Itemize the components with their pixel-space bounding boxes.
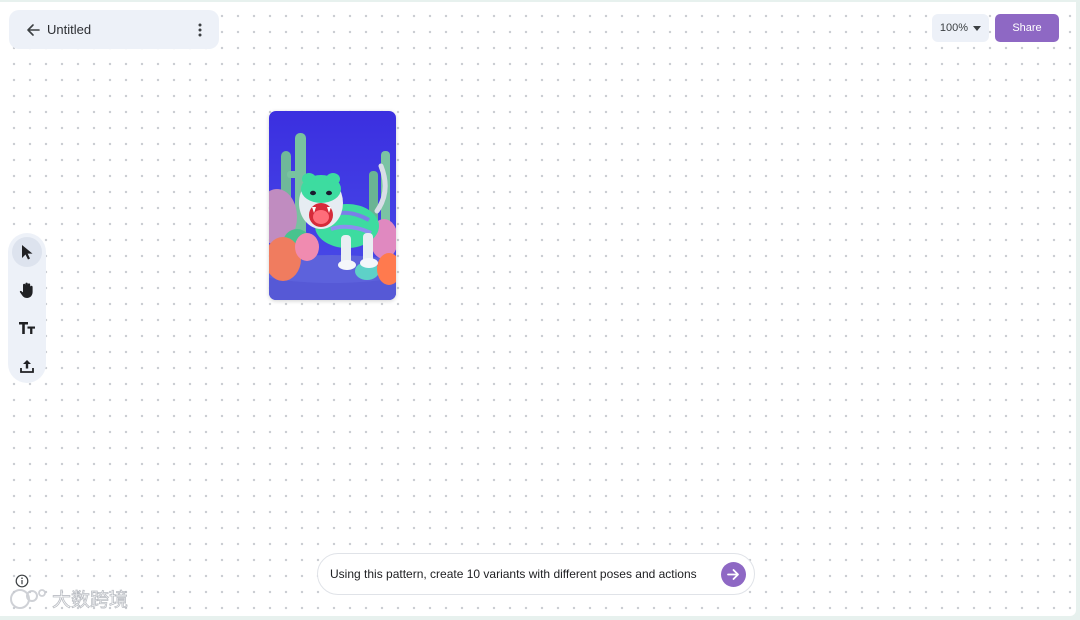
text-tool[interactable] [12, 313, 42, 343]
arrow-right-icon [727, 569, 739, 580]
canvas[interactable] [0, 2, 1076, 616]
more-options-button[interactable] [189, 16, 211, 44]
select-tool[interactable] [12, 237, 42, 267]
arrow-left-icon [27, 23, 40, 36]
watermark-logo: 大数跨境 [10, 589, 128, 611]
more-vertical-icon [198, 23, 202, 36]
document-title[interactable]: Untitled [47, 22, 91, 37]
zoom-dropdown[interactable]: 100% [932, 14, 989, 42]
caret-down-icon [973, 25, 982, 31]
share-button[interactable]: Share [995, 14, 1059, 42]
back-button[interactable] [17, 14, 49, 46]
tool-rail [8, 233, 46, 383]
prompt-bar [317, 553, 755, 595]
prompt-input[interactable] [330, 567, 715, 581]
canvas-image-card[interactable] [269, 111, 396, 300]
text-icon [19, 322, 35, 334]
cursor-icon [22, 245, 33, 260]
send-button[interactable] [721, 562, 746, 587]
upload-tool[interactable] [12, 351, 42, 381]
hand-icon [19, 282, 33, 298]
tiger-illustration [269, 111, 396, 300]
zoom-level: 100% [939, 22, 969, 34]
upload-icon [20, 360, 34, 373]
document-header: Untitled [9, 10, 219, 49]
watermark-text: 大数跨境 [52, 589, 128, 611]
pan-tool[interactable] [12, 275, 42, 305]
